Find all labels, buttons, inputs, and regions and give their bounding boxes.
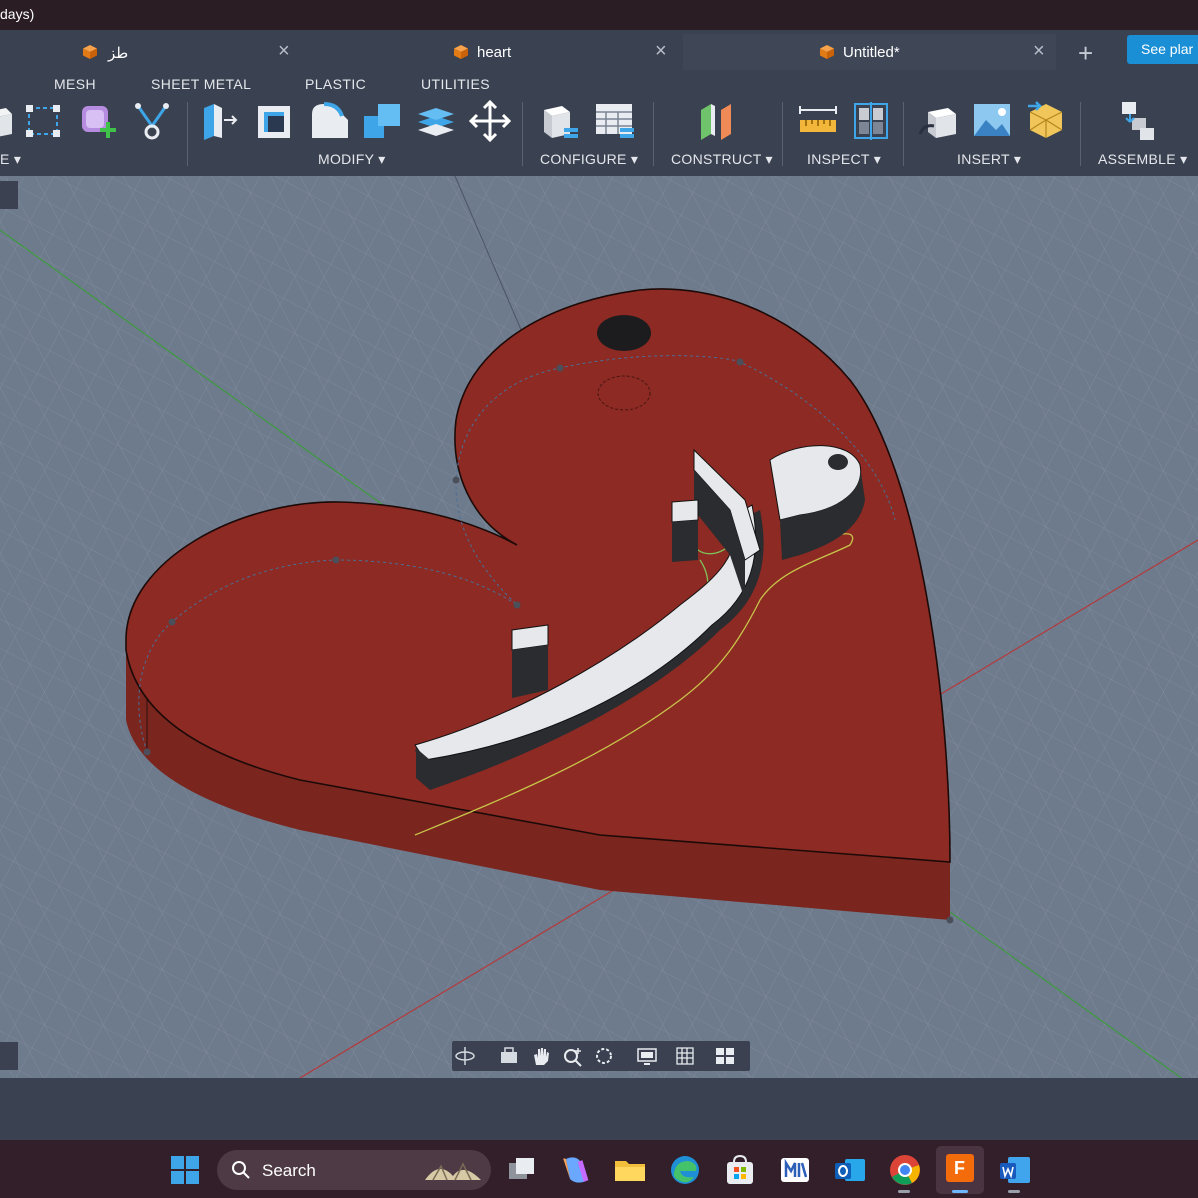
tab-label: طز [108, 45, 129, 62]
see-plans-button[interactable]: See plar [1127, 35, 1198, 64]
tab-label: heart [477, 44, 512, 61]
search-icon [232, 1161, 250, 1179]
comments-collapse-tab[interactable] [0, 1042, 18, 1070]
tab-utilities[interactable]: UTILITIES [421, 76, 490, 92]
modify-menu[interactable]: MODIFY ▾ [318, 151, 386, 168]
inspect-menu[interactable]: INSPECT ▾ [807, 151, 881, 168]
toolbar-divider [653, 102, 654, 166]
display-settings-icon[interactable] [636, 1045, 658, 1067]
insert-menu[interactable]: INSERT ▾ [957, 151, 1021, 168]
outlook-icon[interactable] [833, 1153, 867, 1187]
fusion-icon: F [946, 1154, 974, 1182]
model-scene[interactable] [0, 176, 1198, 1078]
search-highlight-image [425, 1162, 481, 1181]
document-cube-icon [83, 45, 97, 59]
search-box[interactable]: Search [217, 1150, 491, 1190]
offset-plane-icon[interactable] [697, 100, 739, 142]
close-tab-icon[interactable]: × [1033, 40, 1045, 63]
new-tab-button[interactable]: + [1078, 38, 1093, 69]
search-label: Search [262, 1161, 316, 1180]
insert-mesh-icon[interactable] [1026, 100, 1068, 142]
grid-settings-icon[interactable] [674, 1045, 696, 1067]
document-tab-active[interactable]: Untitled* × [683, 34, 1056, 70]
press-pull-icon[interactable] [198, 100, 240, 142]
toolbar-divider [522, 102, 523, 166]
sketch-rectangle-icon[interactable] [22, 100, 64, 142]
tab-sheet-metal[interactable]: SHEET METAL [151, 76, 251, 92]
chrome-icon[interactable] [888, 1153, 922, 1187]
form-add-icon[interactable] [78, 100, 120, 142]
title-bar: days) [0, 0, 1198, 30]
combine-icon[interactable] [362, 100, 404, 142]
imdb-icon[interactable] [778, 1153, 812, 1187]
edge-icon[interactable] [668, 1153, 702, 1187]
canvas-viewport[interactable] [0, 176, 1198, 1078]
assemble-menu[interactable]: ASSEMBLE ▾ [1098, 151, 1187, 168]
orbit-icon[interactable] [454, 1045, 476, 1067]
mesh-convert-icon[interactable] [132, 100, 174, 142]
document-cube-icon [454, 45, 468, 59]
move-icon[interactable] [469, 100, 511, 142]
file-explorer-icon[interactable] [613, 1153, 647, 1187]
close-tab-icon[interactable]: × [278, 40, 290, 63]
section-analysis-icon[interactable] [851, 100, 893, 142]
copilot-icon[interactable] [558, 1153, 592, 1187]
configure-menu[interactable]: CONFIGURE ▾ [540, 151, 638, 168]
box-icon[interactable] [0, 100, 18, 142]
document-cube-icon [820, 45, 834, 59]
create-menu[interactable]: E ▾ [0, 151, 21, 168]
timeline-bar [0, 1078, 1198, 1140]
active-app-indicator [952, 1190, 968, 1193]
window-title: days) [0, 6, 35, 22]
tab-mesh[interactable]: MESH [54, 76, 96, 92]
word-icon[interactable] [998, 1153, 1032, 1187]
viewports-icon[interactable] [714, 1045, 736, 1067]
task-view-icon[interactable] [505, 1153, 539, 1187]
running-indicator [1008, 1190, 1020, 1193]
measure-icon[interactable] [798, 100, 840, 142]
close-tab-icon[interactable]: × [655, 40, 667, 63]
document-tab[interactable]: طز × [0, 34, 300, 70]
construct-menu[interactable]: CONSTRUCT ▾ [671, 151, 773, 168]
browser-collapse-tab[interactable] [0, 181, 18, 209]
running-indicator [898, 1190, 910, 1193]
shell-icon[interactable] [254, 100, 296, 142]
configuration-table-icon[interactable] [594, 100, 636, 142]
fusion-badge-text: F [954, 1158, 965, 1178]
toolbar-divider [782, 102, 783, 166]
fillet-icon[interactable] [308, 100, 350, 142]
store-icon[interactable] [723, 1153, 757, 1187]
ribbon-toolbar: MESH SHEET METAL PLASTIC UTILITIES E ▾ M… [0, 70, 1198, 176]
pan-icon[interactable] [530, 1045, 552, 1067]
fusion-taskbar-button[interactable]: F [936, 1146, 984, 1194]
new-component-icon[interactable] [1118, 100, 1160, 142]
tab-label: Untitled* [843, 44, 900, 61]
align-icon[interactable] [416, 100, 458, 142]
keyring-hole[interactable] [597, 315, 651, 351]
tab-plastic[interactable]: PLASTIC [305, 76, 366, 92]
insert-derive-icon[interactable] [918, 100, 960, 142]
start-icon[interactable] [168, 1153, 202, 1187]
zoom-icon[interactable] [562, 1045, 584, 1067]
canvas-image-icon[interactable] [972, 100, 1014, 142]
toolbar-divider [1080, 102, 1081, 166]
fit-icon[interactable] [594, 1045, 616, 1067]
configure-model-icon[interactable] [538, 100, 580, 142]
look-at-icon[interactable] [498, 1045, 520, 1067]
toolbar-divider [187, 102, 188, 166]
document-tab[interactable]: heart × [300, 34, 683, 70]
navigation-toolbar [452, 1041, 750, 1071]
toolbar-divider [903, 102, 904, 166]
document-tab-bar: طز × heart × Untitled* × [0, 30, 1198, 70]
